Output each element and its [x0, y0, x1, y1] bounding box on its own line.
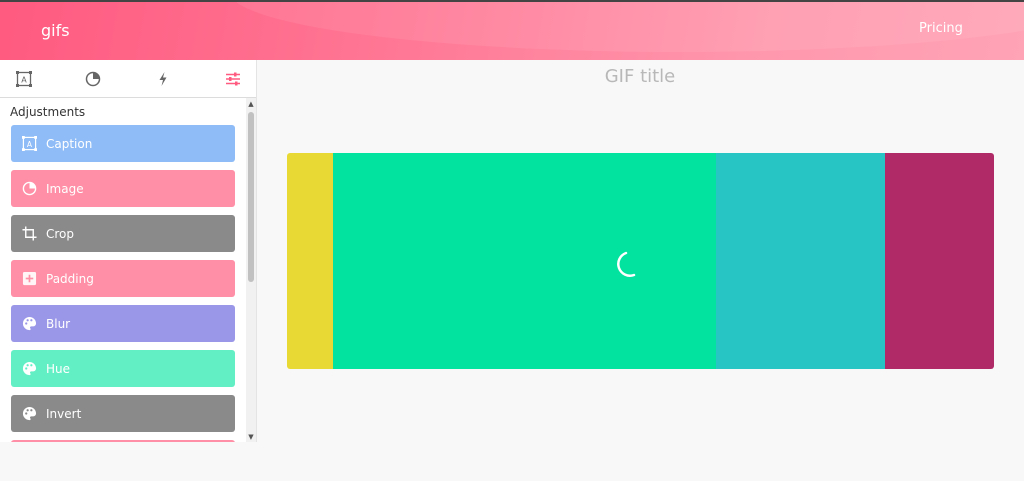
- scroll-up-arrow-icon[interactable]: ▲: [247, 100, 255, 108]
- palette-icon: [21, 316, 37, 332]
- pie-icon: [85, 71, 101, 87]
- adjustment-crop[interactable]: Crop: [11, 215, 235, 252]
- svg-text:A: A: [21, 76, 27, 85]
- item-label: Hue: [46, 361, 71, 376]
- loading-spinner-icon: [617, 251, 636, 277]
- preview-segment-teal: [716, 153, 885, 369]
- adjustment-invert[interactable]: Invert: [11, 395, 235, 432]
- brand-logo[interactable]: gifs: [41, 21, 70, 40]
- adjustment-padding[interactable]: Padding: [11, 260, 235, 297]
- palette-icon: [21, 406, 37, 422]
- item-label: Blur: [46, 316, 71, 331]
- adjustment-image[interactable]: Image: [11, 170, 235, 207]
- caption-tab[interactable]: A: [14, 69, 34, 89]
- image-tab[interactable]: [83, 69, 103, 89]
- preview-segment-green: [333, 153, 716, 369]
- adjustments-tab[interactable]: [223, 69, 243, 89]
- adjustment-hue[interactable]: Hue: [11, 350, 235, 387]
- effects-tab[interactable]: [153, 69, 173, 89]
- top-navbar: gifs Pricing: [0, 0, 1024, 60]
- bolt-icon: [159, 72, 167, 86]
- adjustment-caption[interactable]: A Caption: [11, 125, 235, 162]
- sidebar: A Adjustments A Caption Image Crop Paddi…: [0, 60, 257, 442]
- sliders-icon: [226, 72, 240, 86]
- item-label: Crop: [46, 226, 75, 241]
- sidebar-tabs: A: [0, 60, 256, 98]
- scroll-down-arrow-icon[interactable]: ▼: [247, 433, 255, 441]
- adjustment-blur[interactable]: Blur: [11, 305, 235, 342]
- header-decoration: [230, 2, 1024, 52]
- adjustment-partial[interactable]: [11, 440, 235, 442]
- preview-segment-magenta: [885, 153, 994, 369]
- palette-icon: [21, 361, 37, 377]
- sidebar-scrollbar[interactable]: ▲ ▼: [246, 98, 256, 442]
- item-label: Caption: [46, 136, 93, 151]
- plus-square-icon: [21, 271, 37, 287]
- preview-segment-yellow: [287, 153, 333, 369]
- svg-text:A: A: [26, 140, 32, 149]
- pricing-link[interactable]: Pricing: [919, 21, 963, 36]
- caption-icon: A: [16, 71, 32, 87]
- item-label: Image: [46, 181, 84, 196]
- section-title: Adjustments: [10, 105, 86, 119]
- item-label: Padding: [46, 271, 94, 286]
- gif-title[interactable]: GIF title: [540, 66, 740, 87]
- caption-icon: A: [21, 136, 37, 152]
- scroll-thumb[interactable]: [248, 112, 254, 282]
- pie-icon: [21, 181, 37, 197]
- item-label: Invert: [46, 406, 82, 421]
- adjustments-list: A Caption Image Crop Padding Blur Hue In…: [0, 124, 246, 442]
- crop-icon: [21, 226, 37, 242]
